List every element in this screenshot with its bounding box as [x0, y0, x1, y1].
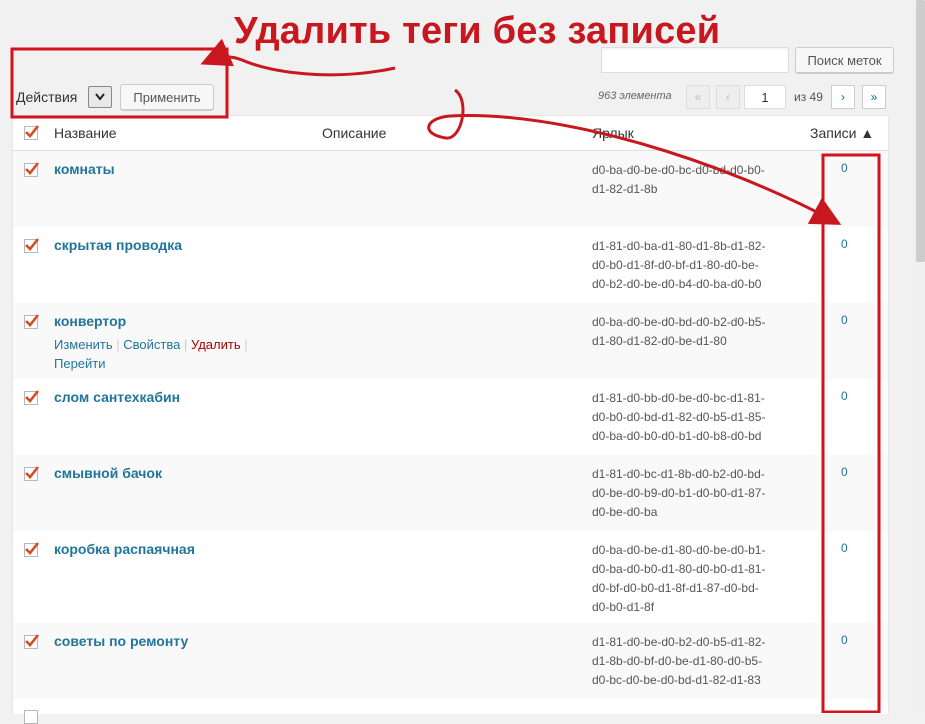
row-checkbox[interactable]	[24, 390, 40, 405]
column-name[interactable]: Название	[54, 125, 117, 141]
row-checkbox[interactable]	[24, 162, 40, 177]
delete-link[interactable]: Удалить	[191, 337, 241, 352]
row-checkbox[interactable]	[24, 466, 40, 481]
tag-slug: d1-81-d0-be-d0-b2-d0-b5-d1-82- d1-8b-d0-b…	[592, 635, 766, 687]
table-row: коробка распаячная d0-ba-d0-be-d1-80-d0-…	[13, 531, 888, 623]
total-pages: из 49	[794, 90, 823, 104]
row-checkbox[interactable]	[24, 634, 40, 649]
search-tags-button[interactable]: Поиск меток	[795, 47, 894, 73]
row-checkbox[interactable]	[24, 710, 38, 724]
check-icon	[25, 314, 40, 327]
prev-page-button[interactable]: ‹	[716, 85, 740, 109]
tag-slug: d1-81-d0-bc-d1-8b-d0-b2-d0-bd-d0-be-d0-b…	[592, 467, 766, 519]
tag-name-link[interactable]: советы по ремонту	[54, 633, 188, 649]
tag-slug: d0-ba-d0-be-d0-bd-d0-b2-d0-b5- d1-80-d1-8…	[592, 315, 766, 348]
edit-link[interactable]: Изменить	[54, 337, 113, 352]
column-posts[interactable]: Записи ▲	[810, 125, 874, 141]
table-row	[13, 699, 888, 724]
next-page-button[interactable]: ›	[831, 85, 855, 109]
tag-name-link[interactable]: коробка распаячная	[54, 541, 195, 557]
posts-count-link[interactable]: 0	[841, 313, 848, 327]
tag-name-link[interactable]: слом сантехкабин	[54, 389, 180, 405]
table-row: слом сантехкабин d1-81-d0-bb-d0-be-d0-bc…	[13, 379, 888, 455]
apply-button[interactable]: Применить	[120, 84, 214, 110]
row-checkbox[interactable]	[24, 314, 40, 329]
view-link[interactable]: Перейти	[54, 356, 106, 371]
bulk-actions-label: Действия	[16, 89, 78, 105]
check-icon	[25, 238, 40, 251]
table-header: Название Описание Ярлык Записи ▲	[13, 116, 888, 151]
tag-name-link[interactable]: конвертор	[54, 313, 126, 329]
row-checkbox[interactable]	[24, 542, 40, 557]
current-page-input[interactable]: 1	[744, 85, 786, 109]
tag-slug: d1-81-d0-bb-d0-be-d0-bc-d1-81- d0-b0-d0-b…	[592, 391, 766, 443]
check-icon	[25, 542, 40, 555]
tag-slug: d1-81-d0-ba-d1-80-d1-8b-d1-82- d0-b0-d1-8…	[592, 239, 766, 291]
tags-table: Название Описание Ярлык Записи ▲ комнаты…	[12, 115, 889, 724]
table-row: комнаты d0-ba-d0-be-d0-bc-d0-bd-d0-b0- d1…	[13, 151, 888, 227]
tag-name-link[interactable]: скрытая проводка	[54, 237, 182, 253]
properties-link[interactable]: Свойства	[123, 337, 180, 352]
row-actions: Изменить | Свойства | Удалить | Перейти	[54, 337, 248, 371]
first-page-button[interactable]: «	[686, 85, 710, 109]
check-icon	[25, 162, 40, 175]
select-all-checkbox[interactable]	[24, 125, 40, 140]
tag-name-link[interactable]: комнаты	[54, 161, 115, 177]
posts-count-link[interactable]: 0	[841, 465, 848, 479]
column-description[interactable]: Описание	[322, 125, 386, 141]
check-icon	[25, 125, 40, 138]
table-row: конвертор Изменить | Свойства | Удалить …	[13, 303, 888, 379]
posts-count-link[interactable]: 0	[841, 389, 848, 403]
tag-slug: d0-ba-d0-be-d0-bc-d0-bd-d0-b0- d1-82-d1-8…	[592, 163, 765, 196]
table-row: скрытая проводка d1-81-d0-ba-d1-80-d1-8b…	[13, 227, 888, 303]
posts-count-link[interactable]: 0	[841, 541, 848, 555]
check-icon	[25, 390, 40, 403]
bulk-actions-select[interactable]: Действия	[16, 85, 112, 109]
annotation-arrow-left	[200, 38, 396, 77]
last-page-button[interactable]: »	[862, 85, 886, 109]
item-count: 963 элемента	[598, 90, 672, 102]
search-input[interactable]	[601, 47, 789, 73]
table-row: смывной бачок d1-81-d0-bc-d1-8b-d0-b2-d0…	[13, 455, 888, 531]
tag-name-link[interactable]: смывной бачок	[54, 465, 162, 481]
scrollbar-thumb[interactable]	[916, 0, 925, 262]
column-slug[interactable]: Ярлык	[592, 125, 634, 141]
table-row: советы по ремонту d1-81-d0-be-d0-b2-d0-b…	[13, 623, 888, 699]
check-icon	[25, 634, 40, 647]
chevron-down-icon[interactable]	[88, 86, 112, 108]
posts-count-link[interactable]: 0	[841, 237, 848, 251]
row-checkbox[interactable]	[24, 238, 40, 253]
posts-count-link[interactable]: 0	[841, 161, 848, 175]
posts-count-link[interactable]: 0	[841, 633, 848, 647]
tag-slug: d0-ba-d0-be-d1-80-d0-be-d0-b1- d0-ba-d0-b…	[592, 543, 766, 614]
check-icon	[25, 466, 40, 479]
